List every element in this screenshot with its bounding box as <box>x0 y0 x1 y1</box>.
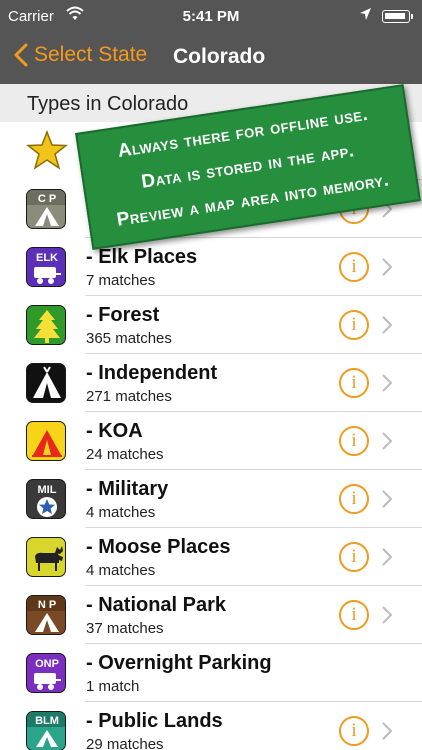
list-item-national-park[interactable]: N P - National Park 37 matches i <box>0 586 422 644</box>
list-item-label: - Forest <box>86 304 160 326</box>
chevron-right-icon <box>382 432 392 450</box>
list-item-count: 4 matches <box>86 562 156 579</box>
overnight-parking-icon: ONP <box>26 653 66 693</box>
list-item-count: 4 matches <box>86 504 156 521</box>
info-button[interactable]: i <box>339 310 369 340</box>
svg-text:ELK: ELK <box>36 252 58 264</box>
list-item-count: 1 match <box>86 678 140 695</box>
list-item-count: 29 matches <box>86 736 164 750</box>
elk-icon: ELK <box>26 247 66 287</box>
list-item-label: - KOA <box>86 420 143 442</box>
list-item-count: 271 matches <box>86 388 172 405</box>
svg-text:ONP: ONP <box>35 658 59 670</box>
chevron-right-icon <box>382 490 392 508</box>
chevron-right-icon <box>382 258 392 276</box>
campground-cp-icon: C P <box>26 189 66 229</box>
info-button[interactable]: i <box>339 600 369 630</box>
list-item-count: 365 matches <box>86 330 172 347</box>
location-arrow-icon <box>358 6 372 26</box>
battery-icon <box>382 10 413 23</box>
info-button[interactable]: i <box>339 368 369 398</box>
list-item-forest[interactable]: - Forest 365 matches i <box>0 296 422 354</box>
list-item-label: - Independent <box>86 362 218 384</box>
navigation-bar: Select State Colorado <box>0 32 422 84</box>
forest-tree-icon <box>26 305 66 345</box>
status-bar: Carrier 5:41 PM <box>0 0 422 32</box>
independent-tent-icon <box>26 363 66 403</box>
back-button-label: Select State <box>34 43 148 66</box>
moose-icon <box>26 537 66 577</box>
chevron-right-icon <box>382 548 392 566</box>
list-item-moose-places[interactable]: - Moose Places 4 matches i <box>0 528 422 586</box>
list-item-label: - Military <box>86 478 169 500</box>
list-item-public-lands[interactable]: BLM - Public Lands 29 matches i <box>0 702 422 750</box>
list-item-independent[interactable]: - Independent 271 matches i <box>0 354 422 412</box>
svg-text:N P: N P <box>38 599 56 611</box>
list-item-label: - National Park <box>86 594 227 616</box>
list-item-military[interactable]: MIL - Military 4 matches i <box>0 470 422 528</box>
svg-text:C P: C P <box>38 193 56 205</box>
info-button[interactable]: i <box>339 252 369 282</box>
info-button[interactable]: i <box>339 716 369 746</box>
list-item-count: 7 matches <box>86 272 156 289</box>
page-title: Colorado <box>173 45 266 68</box>
info-button[interactable]: i <box>339 484 369 514</box>
list-item-label: - Overnight Parking <box>86 652 272 674</box>
military-icon: MIL <box>26 479 66 519</box>
chevron-right-icon <box>382 722 392 740</box>
national-park-icon: N P <box>26 595 66 635</box>
list-item-label: - Public Lands <box>86 710 223 732</box>
chevron-right-icon <box>382 316 392 334</box>
list-item-label: - Elk Places <box>86 246 198 268</box>
section-header-label: Types in Colorado <box>27 93 189 115</box>
list-item-overnight-parking[interactable]: ONP - Overnight Parking 1 match <box>0 644 422 702</box>
back-button[interactable]: Select State <box>14 43 147 67</box>
list-item-count: 37 matches <box>86 620 164 637</box>
list-item-count: 24 matches <box>86 446 164 463</box>
svg-text:BLM: BLM <box>35 715 59 727</box>
chevron-right-icon <box>382 374 392 392</box>
chevron-left-icon <box>14 43 28 67</box>
chevron-right-icon <box>382 606 392 624</box>
favorites-star-icon <box>25 129 69 177</box>
public-lands-icon: BLM <box>26 711 66 750</box>
list-item-label: - Moose Places <box>86 536 231 558</box>
info-button[interactable]: i <box>339 542 369 572</box>
svg-text:MIL: MIL <box>38 484 57 496</box>
list-item-elk-places[interactable]: ELK - Elk Places 7 matches i <box>0 238 422 296</box>
list-item-koa[interactable]: - KOA 24 matches i <box>0 412 422 470</box>
koa-tent-icon <box>26 421 66 461</box>
info-button[interactable]: i <box>339 426 369 456</box>
